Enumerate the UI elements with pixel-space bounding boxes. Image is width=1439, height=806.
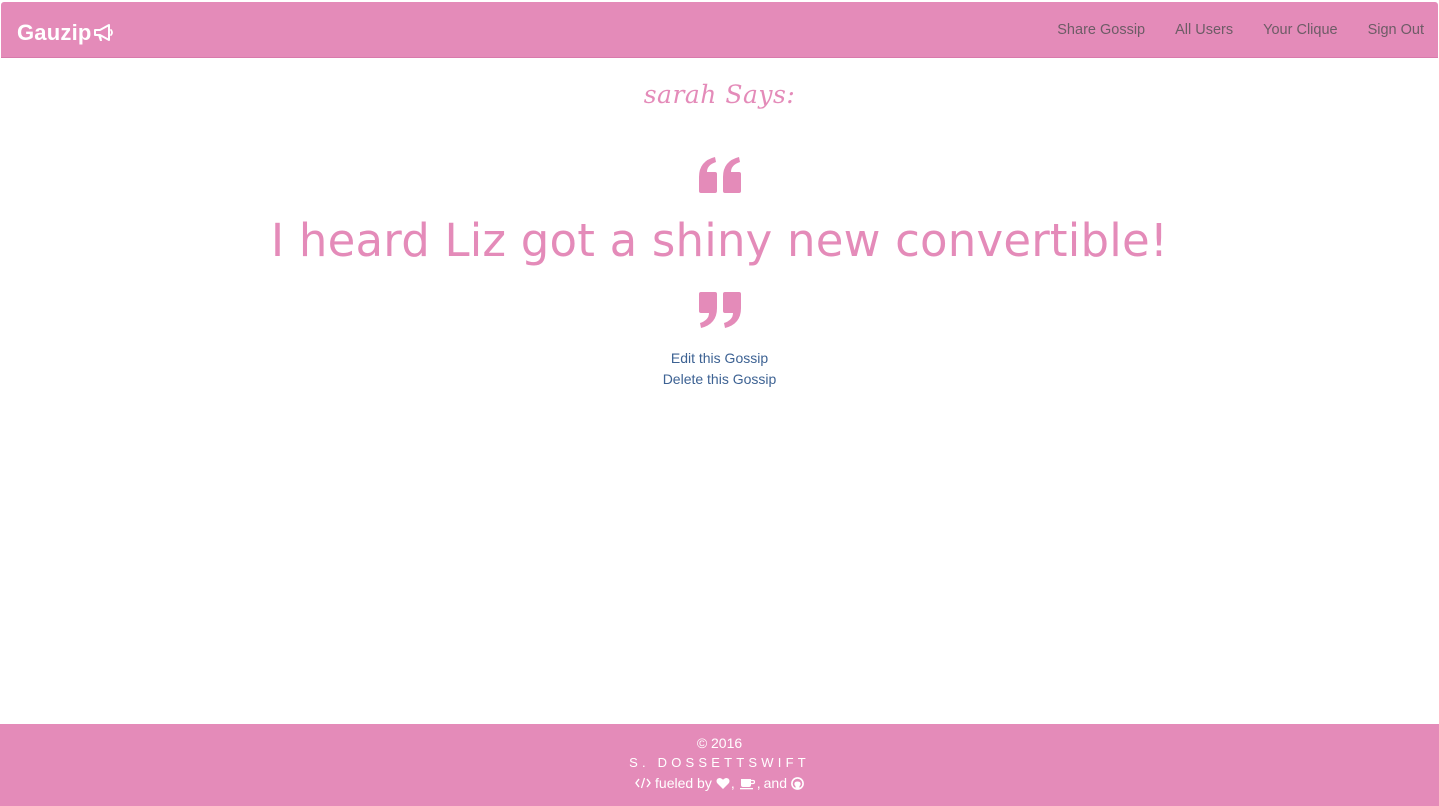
quote-right-icon	[0, 290, 1439, 330]
author-heading: sarah Says:	[643, 80, 796, 109]
github-icon[interactable]	[791, 776, 804, 790]
navbar: Gauzip Share Gossip All Users Your Cliqu…	[1, 2, 1438, 58]
gossip-page: Gauzip Share Gossip All Users Your Cliqu…	[0, 0, 1439, 806]
brand-link[interactable]: Gauzip	[17, 20, 115, 46]
edit-gossip-link[interactable]: Edit this Gossip	[0, 348, 1439, 369]
fueled-by-text: fueled by	[655, 775, 712, 791]
and-text: and	[763, 775, 787, 791]
comma-2: ,	[756, 775, 761, 791]
brand-name: Gauzip	[17, 20, 92, 45]
footer-author-link[interactable]: S. DOSSETTSWIFT	[0, 755, 1439, 770]
quote-left-icon	[0, 155, 1439, 195]
code-icon	[635, 777, 651, 789]
nav-sign-out[interactable]: Sign Out	[1368, 22, 1424, 38]
footer-fueled-by: fueled by , , and	[0, 775, 1439, 791]
delete-gossip-link[interactable]: Delete this Gossip	[0, 369, 1439, 390]
gossip-text: I heard Liz got a shiny new convertible!	[270, 214, 1169, 267]
footer-copyright: © 2016	[696, 735, 743, 751]
heart-icon	[716, 777, 730, 790]
gossip-detail: sarah Says: I heard Liz got a shiny new …	[0, 58, 1439, 724]
nav-all-users[interactable]: All Users	[1175, 22, 1233, 38]
nav-links: Share Gossip All Users Your Clique Sign …	[1027, 2, 1424, 58]
megaphone-icon	[93, 23, 115, 43]
comma-1: ,	[730, 775, 735, 791]
gossip-actions: Edit this Gossip Delete this Gossip	[0, 348, 1439, 390]
coffee-icon	[739, 777, 756, 790]
nav-share-gossip[interactable]: Share Gossip	[1057, 22, 1145, 38]
nav-your-clique[interactable]: Your Clique	[1263, 22, 1337, 38]
footer: © 2016 S. DOSSETTSWIFT fueled by , , and	[0, 724, 1439, 806]
